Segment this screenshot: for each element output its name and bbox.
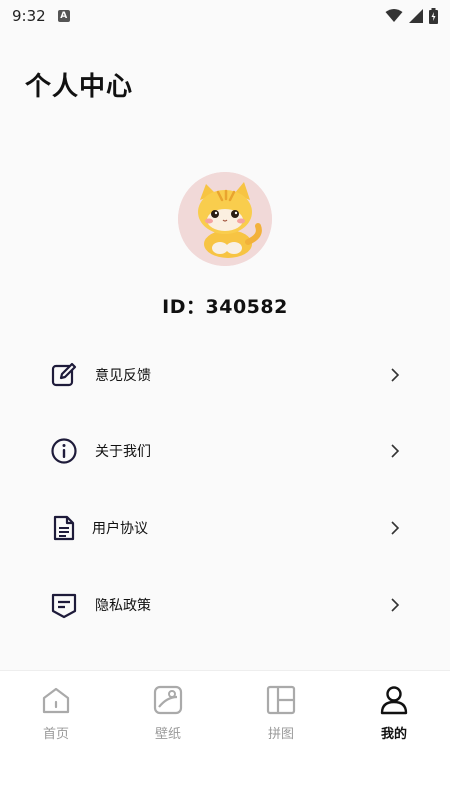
page-title: 个人中心 bbox=[25, 72, 134, 102]
battery-icon bbox=[429, 8, 438, 24]
notification-icon: A bbox=[57, 10, 70, 22]
chevron-right-icon bbox=[391, 444, 400, 458]
tab-wallpaper[interactable]: 壁纸 bbox=[112, 671, 224, 761]
tab-label-wallpaper: 壁纸 bbox=[154, 727, 181, 742]
collage-icon bbox=[266, 685, 296, 715]
menu-item-feedback[interactable]: 意见反馈 bbox=[0, 345, 450, 405]
user-icon bbox=[380, 686, 408, 715]
tab-label-home: 首页 bbox=[42, 727, 69, 742]
menu-label-feedback: 意见反馈 bbox=[95, 368, 151, 384]
tab-home[interactable]: 首页 bbox=[0, 671, 112, 761]
wallpaper-icon bbox=[153, 685, 183, 715]
signal-icon bbox=[409, 9, 423, 23]
home-icon bbox=[42, 687, 70, 714]
status-icons bbox=[385, 8, 438, 24]
document-icon bbox=[53, 515, 75, 541]
menu-item-about[interactable]: 关于我们 bbox=[0, 421, 450, 481]
chevron-right-icon bbox=[391, 598, 400, 612]
tab-label-mine: 我的 bbox=[380, 727, 407, 742]
edit-icon bbox=[51, 362, 77, 387]
tab-collage[interactable]: 拼图 bbox=[225, 671, 337, 761]
menu-item-user-agreement[interactable]: 用户协议 bbox=[0, 498, 450, 558]
bottom-tab-bar: 首页 壁纸 拼图 我的 bbox=[0, 670, 450, 800]
chevron-right-icon bbox=[391, 368, 400, 382]
shield-doc-icon bbox=[51, 593, 77, 619]
user-id: ID：340582 bbox=[162, 296, 288, 318]
menu-label-privacy-policy: 隐私政策 bbox=[95, 598, 151, 614]
wifi-icon bbox=[385, 9, 403, 22]
menu-label-about: 关于我们 bbox=[95, 444, 151, 460]
avatar[interactable] bbox=[178, 172, 272, 266]
chevron-right-icon bbox=[391, 521, 400, 535]
cat-avatar-icon bbox=[178, 172, 272, 266]
info-icon bbox=[51, 438, 77, 464]
tab-mine[interactable]: 我的 bbox=[338, 671, 450, 761]
tab-label-collage: 拼图 bbox=[267, 727, 294, 742]
menu-item-privacy-policy[interactable]: 隐私政策 bbox=[0, 575, 450, 635]
menu-label-user-agreement: 用户协议 bbox=[92, 521, 148, 537]
status-time: 9:32 bbox=[12, 7, 46, 25]
status-bar: 9:32 A bbox=[0, 0, 450, 32]
